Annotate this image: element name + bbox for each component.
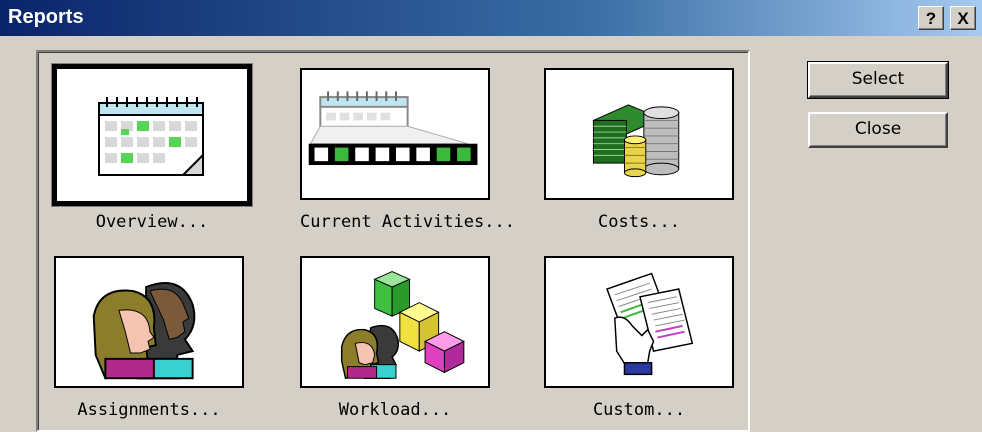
close-button[interactable]: Close [808, 112, 948, 148]
overview-label: Overview... [95, 212, 209, 232]
current-activities-label: Current Activities... [300, 212, 515, 232]
window-title: Reports [8, 6, 84, 28]
hand-documents-icon [606, 272, 694, 376]
reports-panel: Overview... Current Activities... Costs.… [36, 50, 750, 432]
people-profile-icon [92, 282, 196, 380]
overview-report-tile[interactable] [52, 64, 252, 206]
people-blocks-icon [340, 271, 465, 380]
money-stack-icon [592, 104, 680, 178]
costs-report-tile[interactable] [544, 68, 734, 200]
custom-label: Custom... [592, 400, 686, 420]
close-window-button[interactable]: X [950, 6, 976, 30]
custom-report-tile[interactable] [544, 256, 734, 388]
current-activities-report-tile[interactable] [300, 68, 490, 200]
assignments-report-tile[interactable] [54, 256, 244, 388]
help-button[interactable]: ? [918, 6, 944, 30]
calendar-icon [98, 97, 204, 176]
select-button[interactable]: Select [807, 61, 949, 99]
calendar-timeline-icon [308, 91, 478, 166]
workload-label: Workload... [338, 400, 452, 420]
assignments-label: Assignments... [77, 400, 221, 420]
workload-report-tile[interactable] [300, 256, 490, 388]
title-bar: Reports ? X [0, 0, 982, 36]
costs-label: Costs... [598, 212, 680, 232]
